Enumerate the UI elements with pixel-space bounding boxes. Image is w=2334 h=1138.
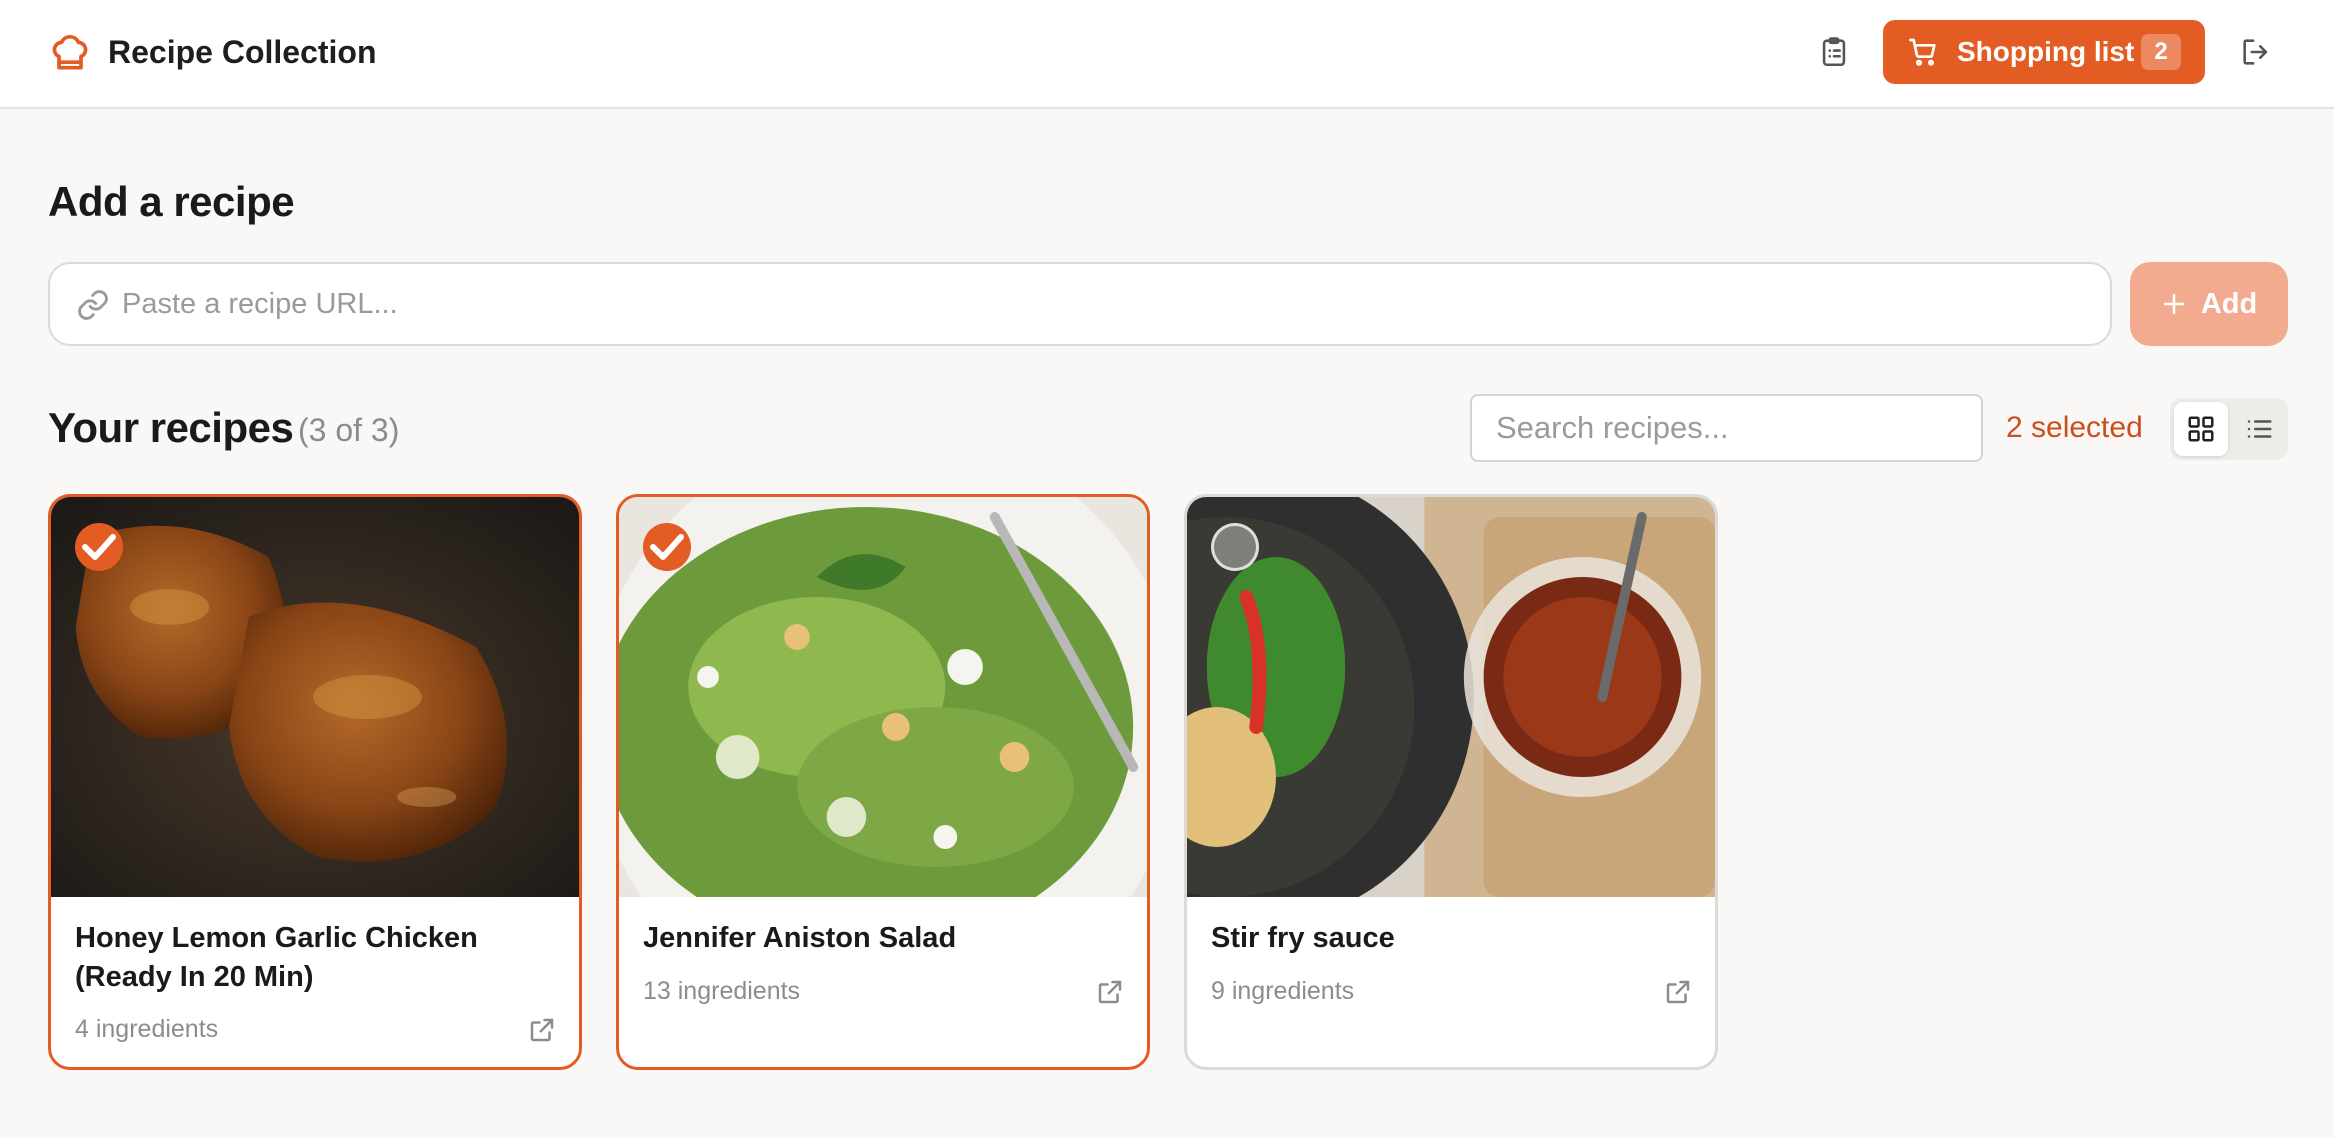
clipboard-icon xyxy=(1822,37,1846,67)
grid-view-button[interactable] xyxy=(2174,402,2228,456)
cart-icon xyxy=(1909,38,1936,66)
list-icon xyxy=(2247,420,2272,438)
recipe-title: Honey Lemon Garlic Chicken (Ready In 20 … xyxy=(75,922,478,993)
link-icon xyxy=(78,290,108,320)
recipe-card[interactable]: Stir fry sauce 9 ingredients xyxy=(1184,494,1718,1070)
add-button-label: Add xyxy=(2200,287,2258,320)
recipe-url-field[interactable] xyxy=(48,262,2112,346)
chef-hat-icon xyxy=(52,35,88,70)
recipe-count: (3 of 3) xyxy=(298,412,400,448)
list-view-button[interactable] xyxy=(2232,402,2286,456)
logout-button[interactable] xyxy=(2232,28,2280,76)
check-icon xyxy=(650,534,684,560)
recipe-select-checkbox[interactable] xyxy=(75,523,123,571)
selected-count[interactable]: 2 selected xyxy=(2006,411,2143,445)
add-recipe-heading: Add a recipe xyxy=(48,178,295,225)
saved-list-button[interactable] xyxy=(1810,28,1858,76)
plus-icon xyxy=(2163,294,2184,314)
view-mode-toggle xyxy=(2170,398,2288,460)
shopping-list-count-badge: 2 xyxy=(2141,34,2181,70)
recipe-image-stir-fry xyxy=(1187,497,1715,897)
recipe-image-salad xyxy=(619,497,1147,897)
shopping-list-button[interactable]: Shopping list 2 xyxy=(1883,20,2205,84)
recipe-select-checkbox[interactable] xyxy=(1211,523,1259,571)
recipe-select-checkbox[interactable] xyxy=(643,523,691,571)
add-recipe-button[interactable]: Add xyxy=(2130,262,2288,346)
recipe-title: Jennifer Aniston Salad xyxy=(643,922,957,954)
recipe-ingredient-count: 13 ingredients xyxy=(643,977,801,1005)
external-link-icon[interactable] xyxy=(1663,977,1693,1007)
recipe-search-field[interactable] xyxy=(1470,394,1983,462)
external-link-icon[interactable] xyxy=(527,1015,557,1045)
recipe-card[interactable]: Honey Lemon Garlic Chicken (Ready In 20 … xyxy=(48,494,582,1070)
app-title: Recipe Collection xyxy=(108,34,377,70)
recipe-search-input[interactable] xyxy=(1472,396,1981,460)
your-recipes-heading: Your recipes xyxy=(48,404,294,451)
recipe-ingredient-count: 4 ingredients xyxy=(75,1015,219,1043)
grid-icon xyxy=(2188,416,2214,442)
top-header: Recipe Collection Shopping list 2 xyxy=(0,0,2334,109)
recipe-card[interactable]: Jennifer Aniston Salad 13 ingredients xyxy=(616,494,1150,1070)
recipe-image-chicken xyxy=(51,497,579,897)
recipe-ingredient-count: 9 ingredients xyxy=(1211,977,1355,1005)
external-link-icon[interactable] xyxy=(1095,977,1125,1007)
recipe-url-input[interactable] xyxy=(122,264,2082,344)
shopping-list-label: Shopping list xyxy=(1957,36,2135,67)
recipe-title: Stir fry sauce xyxy=(1211,922,1395,954)
logout-icon xyxy=(2243,39,2268,65)
check-icon xyxy=(82,534,116,560)
